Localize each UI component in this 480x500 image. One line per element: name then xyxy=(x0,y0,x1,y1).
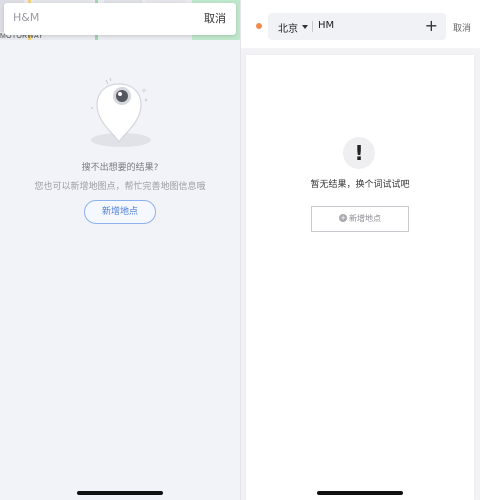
add-place-label: 新增地点 xyxy=(349,214,381,223)
results-card: ! 暂无结果，换个词试试吧 + 新增地点 xyxy=(246,55,474,500)
search-bar: 北京 HM + xyxy=(268,13,446,40)
map-pin-mascot-icon xyxy=(91,77,151,147)
right-screen: 北京 HM + 取消 ! 暂无结果，换个词试试吧 + 新增地点 xyxy=(241,0,480,500)
search-header: 北京 HM + 取消 xyxy=(241,0,480,48)
add-place-button[interactable]: + 新增地点 xyxy=(311,206,409,232)
exclamation-icon: ! xyxy=(343,137,375,169)
home-indicator[interactable] xyxy=(317,491,403,495)
add-place-button[interactable]: 新增地点 xyxy=(84,200,156,224)
plus-icon[interactable]: + xyxy=(425,16,438,36)
caret-down-icon[interactable] xyxy=(302,25,308,29)
cancel-button[interactable]: 取消 xyxy=(204,10,226,26)
cancel-button[interactable]: 取消 xyxy=(453,21,471,34)
empty-state-title: 搜不出想要的结果? xyxy=(81,163,159,173)
search-separator xyxy=(312,21,313,32)
home-indicator[interactable] xyxy=(77,491,163,495)
search-bar: H&M 取消 xyxy=(4,3,236,35)
search-input[interactable]: HM xyxy=(318,20,334,31)
city-selector[interactable]: 北京 xyxy=(278,20,298,35)
left-screen: MOTORWAY H&M 取消 搜不出想要的结果? 您也可以新增地图点，帮忙完善… xyxy=(0,0,240,500)
search-input[interactable]: H&M xyxy=(13,11,39,24)
empty-state-subtitle: 您也可以新增地图点，帮忙完善地图信息哦 xyxy=(34,182,206,192)
location-dot-icon xyxy=(256,23,262,29)
no-result-message: 暂无结果，换个词试试吧 xyxy=(310,180,410,190)
plus-circle-icon: + xyxy=(339,213,347,222)
